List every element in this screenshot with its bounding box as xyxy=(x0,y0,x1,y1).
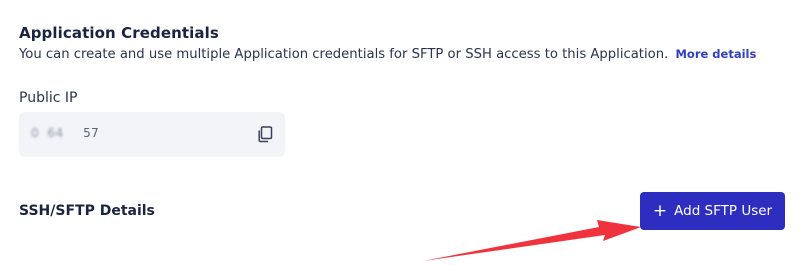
copy-icon[interactable] xyxy=(257,126,273,143)
public-ip-value: 0 64 57 xyxy=(31,126,99,140)
add-sftp-user-button[interactable]: + Add SFTP User xyxy=(640,192,785,230)
plus-icon: + xyxy=(652,200,668,221)
annotation-arrow-icon xyxy=(423,220,641,261)
credentials-description: You can create and use multiple Applicat… xyxy=(19,47,756,62)
add-sftp-user-label: Add SFTP User xyxy=(674,203,773,219)
ssh-sftp-details-title: SSH/SFTP Details xyxy=(19,203,155,219)
application-credentials-title: Application Credentials xyxy=(19,24,219,42)
credentials-description-text: You can create and use multiple Applicat… xyxy=(19,47,669,62)
public-ip-field: 0 64 57 xyxy=(19,112,285,157)
public-ip-masked: 0 64 xyxy=(31,126,84,140)
more-details-link[interactable]: More details xyxy=(675,47,756,61)
public-ip-suffix: 57 xyxy=(83,126,100,140)
application-credentials-page: Application Credentials You can create a… xyxy=(0,0,800,261)
public-ip-label: Public IP xyxy=(19,90,78,106)
